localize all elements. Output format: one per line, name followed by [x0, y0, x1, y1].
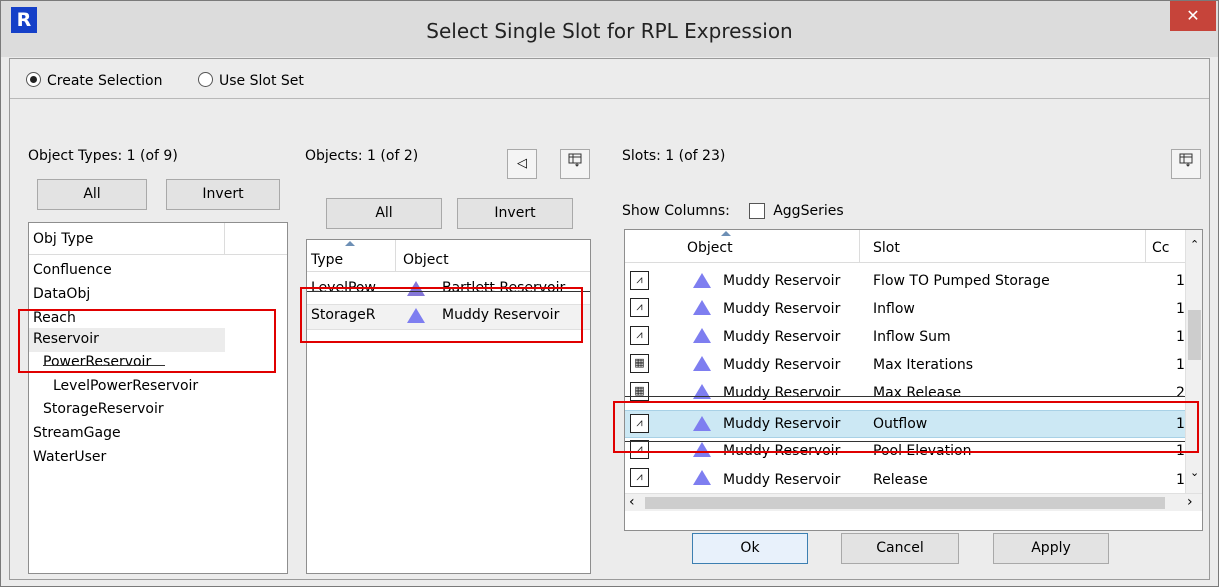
aggseries-checkbox[interactable]: [748, 203, 765, 219]
vertical-scrollbar[interactable]: ⌃ ⌄: [1185, 230, 1202, 493]
column-divider: [1145, 230, 1146, 263]
obj-type-item-wateruser[interactable]: WaterUser: [33, 449, 106, 465]
series-slot-icon: ⩘: [630, 326, 649, 345]
sort-ascending-icon: [345, 241, 355, 246]
table-slot-icon: ▦: [630, 382, 649, 401]
title-bar[interactable]: R Select Single Slot for RPL Expression …: [1, 1, 1218, 57]
table-slot-icon: ▦: [630, 354, 649, 373]
use-slot-set-radio[interactable]: Use Slot Set: [198, 71, 304, 91]
slot-row-slot[interactable]: Max Release: [873, 385, 961, 401]
slots-list-header: Object Slot Cc: [625, 230, 1202, 263]
slot-row-c: 1: [1176, 329, 1185, 345]
annotation-highlight-reservoir: [18, 309, 276, 373]
scrollbar-thumb[interactable]: [645, 497, 1165, 509]
create-selection-label: Create Selection: [47, 73, 163, 89]
obj-type-item-storagereservoir[interactable]: StorageReservoir: [43, 401, 164, 417]
object-types-header: Object Types: 1 (of 9): [28, 148, 178, 164]
slot-column-header[interactable]: Slot: [873, 240, 900, 256]
obj-type-item-confluence[interactable]: Confluence: [33, 262, 112, 278]
create-selection-radio[interactable]: Create Selection: [26, 71, 163, 91]
scrollbar-thumb[interactable]: [1188, 310, 1201, 360]
object-types-all-button[interactable]: All: [37, 179, 147, 210]
slots-column-chooser-button[interactable]: [1171, 149, 1201, 179]
column-divider: [859, 230, 860, 263]
dialog-window: R Select Single Slot for RPL Expression …: [0, 0, 1219, 587]
objects-invert-button[interactable]: Invert: [457, 198, 573, 229]
slot-object-column-header[interactable]: Object: [687, 240, 733, 256]
column-chooser-icon: [568, 153, 582, 167]
c-column-header[interactable]: Cc: [1152, 240, 1169, 256]
column-chooser-icon: [1179, 153, 1193, 167]
radio-unchecked-icon: [198, 72, 213, 87]
dialog-body: Create Selection Use Slot Set Object Typ…: [9, 58, 1210, 580]
scroll-up-icon[interactable]: ⌃: [1190, 238, 1199, 251]
objects-header: Objects: 1 (of 2): [305, 148, 419, 164]
close-button[interactable]: ✕: [1170, 1, 1216, 31]
sort-ascending-icon: [721, 231, 731, 236]
selection-mode-row: Create Selection Use Slot Set: [10, 59, 1209, 99]
annotation-highlight-outflow: [613, 401, 1199, 453]
series-slot-icon: ⩘: [630, 468, 649, 487]
objects-column-chooser-button[interactable]: [560, 149, 590, 179]
obj-type-item-levelpowerreservoir[interactable]: LevelPowerReservoir: [53, 378, 198, 394]
show-columns-label: Show Columns:: [622, 203, 730, 219]
slot-row-c: 1: [1176, 273, 1185, 289]
cancel-button[interactable]: Cancel: [841, 533, 959, 564]
slots-list[interactable]: Object Slot Cc ⩘ Muddy Reservoir Flow TO…: [624, 229, 1203, 531]
obj-type-item-dataobj[interactable]: DataObj: [33, 286, 90, 302]
slots-header: Slots: 1 (of 23): [622, 148, 726, 164]
column-divider: [395, 240, 396, 272]
aggseries-label: AggSeries: [773, 203, 844, 219]
type-column-header[interactable]: Type: [311, 252, 343, 268]
reservoir-icon: [693, 273, 711, 288]
reservoir-icon: [693, 300, 711, 315]
slot-row-slot[interactable]: Inflow: [873, 301, 915, 317]
obj-type-item-streamgage[interactable]: StreamGage: [33, 425, 121, 441]
slot-row-object[interactable]: Muddy Reservoir: [723, 329, 840, 345]
series-slot-icon: ⩘: [630, 271, 649, 290]
slot-row-object[interactable]: Muddy Reservoir: [723, 301, 840, 317]
slot-row-c: 1: [1176, 357, 1185, 373]
slot-row-slot[interactable]: Inflow Sum: [873, 329, 951, 345]
slot-row-object[interactable]: Muddy Reservoir: [723, 385, 840, 401]
object-types-list[interactable]: Obj Type Confluence DataObj Reach Reserv…: [28, 222, 288, 574]
slot-row-c: 1: [1176, 472, 1185, 488]
objects-all-button[interactable]: All: [326, 198, 442, 229]
horizontal-scrollbar[interactable]: ‹ ›: [625, 493, 1202, 511]
slot-row-c: 1: [1176, 301, 1185, 317]
reservoir-icon: [693, 470, 711, 485]
obj-type-column-header[interactable]: Obj Type: [33, 231, 93, 247]
slot-row-slot[interactable]: Release: [873, 472, 928, 488]
slot-row-c: 2: [1176, 385, 1185, 401]
radio-checked-icon: [26, 72, 41, 87]
scroll-right-icon[interactable]: ›: [1187, 494, 1193, 510]
apply-button[interactable]: Apply: [993, 533, 1109, 564]
object-column-header[interactable]: Object: [403, 252, 449, 268]
slot-row-slot[interactable]: Max Iterations: [873, 357, 973, 373]
window-title: Select Single Slot for RPL Expression: [426, 19, 793, 43]
slot-row-object[interactable]: Muddy Reservoir: [723, 357, 840, 373]
slot-row-slot[interactable]: Flow TO Pumped Storage: [873, 273, 1050, 289]
reservoir-icon: [693, 328, 711, 343]
slot-row-object[interactable]: Muddy Reservoir: [723, 273, 840, 289]
objects-list-header: Type Object: [307, 240, 590, 272]
scroll-down-icon[interactable]: ⌄: [1190, 466, 1199, 479]
clipped-text-line: [625, 396, 1185, 397]
use-slot-set-label: Use Slot Set: [219, 73, 304, 89]
reservoir-icon: [693, 356, 711, 371]
show-columns-row: Show Columns: AggSeries: [622, 203, 844, 219]
multi-series-slot-icon: ⩘: [630, 298, 649, 317]
object-types-invert-button[interactable]: Invert: [166, 179, 280, 210]
back-arrow-button[interactable]: ◁: [507, 149, 537, 179]
slot-row-object[interactable]: Muddy Reservoir: [723, 472, 840, 488]
column-divider: [224, 223, 225, 255]
scroll-left-icon[interactable]: ‹: [629, 494, 635, 510]
ok-button[interactable]: Ok: [692, 533, 808, 564]
object-types-list-header: Obj Type: [29, 223, 287, 255]
annotation-highlight-muddy-reservoir: [300, 287, 583, 343]
